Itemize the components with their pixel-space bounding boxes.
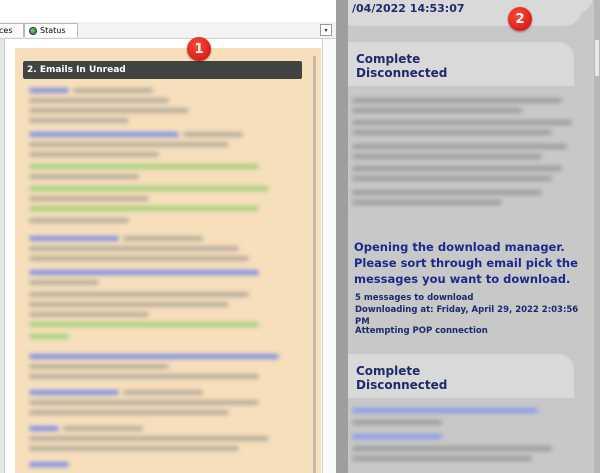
tab-strip: ces Status ▾ — [0, 22, 336, 39]
blurred-email-text — [29, 292, 249, 297]
chevron-down-icon[interactable]: ▾ — [320, 24, 332, 36]
blurred-email-text — [29, 256, 249, 261]
tab-services[interactable]: ces — [0, 23, 24, 37]
download-details: 5 messages to download Downloading at: F… — [355, 292, 595, 328]
blurred-email-link[interactable] — [29, 390, 119, 395]
status-log-pane: /04/2022 14:53:07 Complete Disconnected … — [348, 0, 600, 473]
blurred-email-text — [29, 152, 159, 157]
pane-divider[interactable] — [336, 0, 348, 473]
blurred-log-text — [352, 200, 502, 205]
blurred-email-text — [29, 302, 229, 307]
blurred-email-text — [123, 236, 203, 241]
date-line: /04/2022 14:53:07 — [352, 2, 465, 15]
blurred-log-text — [352, 166, 562, 171]
blurred-email-text — [29, 196, 149, 201]
blurred-email-link[interactable] — [29, 426, 59, 431]
blurred-email-text — [29, 446, 239, 451]
blurred-log-text — [352, 420, 442, 425]
callout-badge-1: 1 — [187, 37, 211, 61]
tab-services-label: ces — [0, 26, 13, 35]
status-bubble: Complete Disconnected — [348, 354, 574, 398]
blurred-email-text — [29, 164, 259, 169]
outer-scrollbar[interactable] — [322, 39, 337, 473]
blurred-email-text — [29, 436, 269, 441]
blurred-log-text — [352, 144, 567, 149]
blurred-email-text — [29, 334, 69, 339]
blurred-log-text — [352, 456, 532, 461]
blurred-email-link[interactable] — [29, 270, 259, 275]
blurred-email-text — [29, 322, 259, 327]
tab-status[interactable]: Status — [24, 23, 78, 37]
blurred-email-text — [29, 312, 149, 317]
blurred-log-text — [352, 446, 552, 451]
blurred-email-link[interactable] — [29, 132, 179, 137]
status-disconnected: Disconnected — [356, 66, 448, 80]
blurred-email-text — [63, 426, 143, 431]
blurred-log-text — [352, 176, 552, 181]
blurred-email-text — [29, 374, 259, 379]
blurred-email-text — [29, 410, 229, 415]
blurred-email-text — [29, 118, 129, 123]
blurred-email-link[interactable] — [29, 354, 279, 359]
blurred-log-text — [352, 98, 562, 103]
blurred-log-text — [352, 154, 542, 159]
blurred-email-text — [29, 142, 229, 147]
blurred-email-text — [29, 174, 139, 179]
blurred-log-link[interactable] — [352, 408, 538, 413]
blurred-email-text — [29, 108, 189, 113]
blurred-email-link[interactable] — [29, 88, 69, 93]
tab-status-label: Status — [40, 26, 66, 35]
blurred-email-text — [183, 132, 243, 137]
status-disconnected: Disconnected — [356, 378, 448, 392]
blurred-log-text — [352, 108, 522, 113]
blurred-email-text — [29, 246, 239, 251]
blurred-email-text — [29, 400, 259, 405]
log-scrollbar-thumb[interactable] — [595, 40, 599, 76]
blurred-log-text — [352, 190, 542, 195]
log-scrollbar[interactable] — [594, 0, 600, 473]
blurred-log-link[interactable] — [352, 434, 442, 439]
downloading-at: Downloading at: Friday, April 29, 2022 2… — [355, 305, 579, 327]
status-bubble: Complete Disconnected — [348, 42, 574, 86]
pop-connection-text: Attempting POP connection — [355, 326, 488, 336]
date-bubble: /04/2022 14:53:07 — [348, 0, 594, 26]
blurred-email-text — [29, 218, 129, 223]
blurred-email-text — [73, 88, 153, 93]
download-manager-message: Opening the download manager. Please sor… — [354, 240, 578, 286]
callout-badge-2: 2 — [508, 7, 532, 31]
blurred-email-text — [29, 186, 269, 191]
status-complete: Complete — [356, 52, 421, 66]
blurred-email-text — [29, 206, 259, 211]
blurred-email-text — [29, 280, 99, 285]
emails-panel: 2. Emails In Unread — [15, 48, 321, 473]
blurred-email-text — [29, 364, 169, 369]
globe-icon — [29, 26, 37, 35]
status-complete: Complete — [356, 364, 421, 378]
messages-to-download: 5 messages to download — [355, 293, 474, 303]
blurred-log-text — [352, 120, 572, 125]
blurred-email-text — [123, 390, 203, 395]
left-pane: ces Status ▾ 2. Emails In Unread — [0, 0, 337, 473]
left-border — [0, 39, 5, 473]
blurred-email-text — [29, 98, 169, 103]
blurred-email-link[interactable] — [29, 236, 119, 241]
blurred-email-link[interactable] — [29, 462, 69, 467]
panel-header: 2. Emails In Unread — [23, 61, 302, 79]
panel-scrollbar[interactable] — [313, 56, 316, 473]
blurred-log-text — [352, 130, 552, 135]
